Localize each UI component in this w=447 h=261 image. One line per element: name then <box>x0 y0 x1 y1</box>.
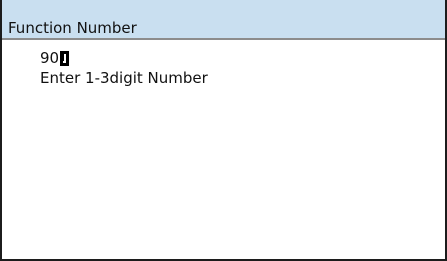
number-input-value: 90 <box>40 49 60 67</box>
enter-return-cursor-icon <box>60 50 70 66</box>
function-number-screen: Function Number 90 Enter 1-3digit Number <box>0 0 447 261</box>
function-number-panel: 90 Enter 1-3digit Number <box>40 48 208 88</box>
title-bar: Function Number <box>2 0 445 40</box>
screen-title: Function Number <box>8 19 137 37</box>
number-input[interactable]: 90 <box>40 48 208 68</box>
input-hint: Enter 1-3digit Number <box>40 69 208 87</box>
